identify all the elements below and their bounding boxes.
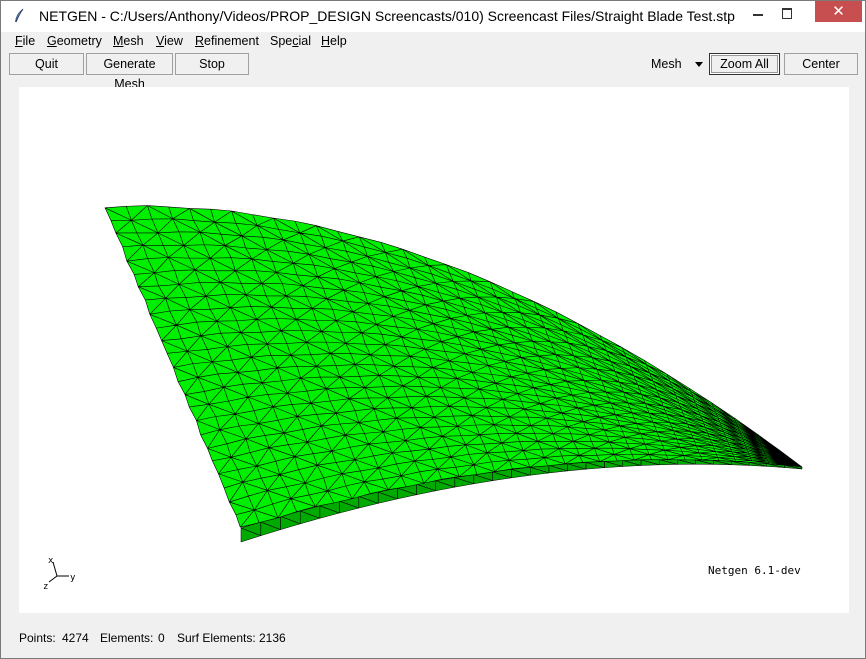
status-bar: Points: 4274 Elements: 0 Surf Elements: …	[19, 631, 849, 647]
version-label: Netgen 6.1-dev	[708, 564, 801, 577]
toolbar: Quit Generate Mesh Stop Mesh Zoom All Ce…	[9, 53, 859, 91]
title-bar[interactable]: NETGEN - C:/Users/Anthony/Videos/PROP_DE…	[1, 1, 865, 32]
feather-icon	[15, 8, 24, 23]
zoom-all-button[interactable]: Zoom All	[709, 53, 780, 75]
mesh-render[interactable]: x y z	[19, 87, 849, 613]
generate-mesh-button[interactable]: Generate Mesh	[86, 53, 173, 91]
view-mode-select[interactable]: Mesh	[651, 53, 707, 75]
menu-mesh[interactable]: Mesh	[113, 34, 144, 48]
axis-x-label: x	[48, 556, 54, 566]
stop-button[interactable]: Stop	[175, 53, 249, 75]
elements-label: Elements:	[100, 631, 154, 645]
surf-elements-label: Surf Elements:	[177, 631, 256, 645]
3d-viewport[interactable]: x y z Netgen 6.1-dev	[19, 87, 849, 613]
chevron-down-icon	[695, 62, 703, 67]
menu-file[interactable]: File	[15, 34, 35, 48]
menu-refinement[interactable]: Refinement	[195, 34, 259, 48]
axis-y-label: y	[70, 573, 76, 583]
points-label: Points:	[19, 631, 56, 645]
window-title: NETGEN - C:/Users/Anthony/Videos/PROP_DE…	[39, 8, 735, 24]
maximize-icon[interactable]	[773, 2, 801, 24]
minimize-icon[interactable]	[744, 2, 772, 24]
axis-z-label: z	[43, 582, 48, 592]
close-icon[interactable]: ✕	[815, 1, 862, 22]
surf-elements-value: 2136	[259, 631, 286, 645]
netgen-window: NETGEN - C:/Users/Anthony/Videos/PROP_DE…	[0, 0, 866, 659]
menu-help[interactable]: Help	[321, 34, 347, 48]
menu-geometry[interactable]: Geometry	[47, 34, 102, 48]
points-value: 4274	[62, 631, 89, 645]
elements-value: 0	[158, 631, 165, 645]
center-button[interactable]: Center	[784, 53, 858, 75]
menu-view[interactable]: View	[156, 34, 183, 48]
menu-bar: File Geometry Mesh View Refinement Speci…	[9, 33, 859, 51]
axis-triad: x y z	[43, 556, 76, 592]
view-mode-value: Mesh	[651, 57, 682, 71]
menu-special[interactable]: Special	[270, 34, 311, 48]
quit-button[interactable]: Quit	[9, 53, 84, 75]
